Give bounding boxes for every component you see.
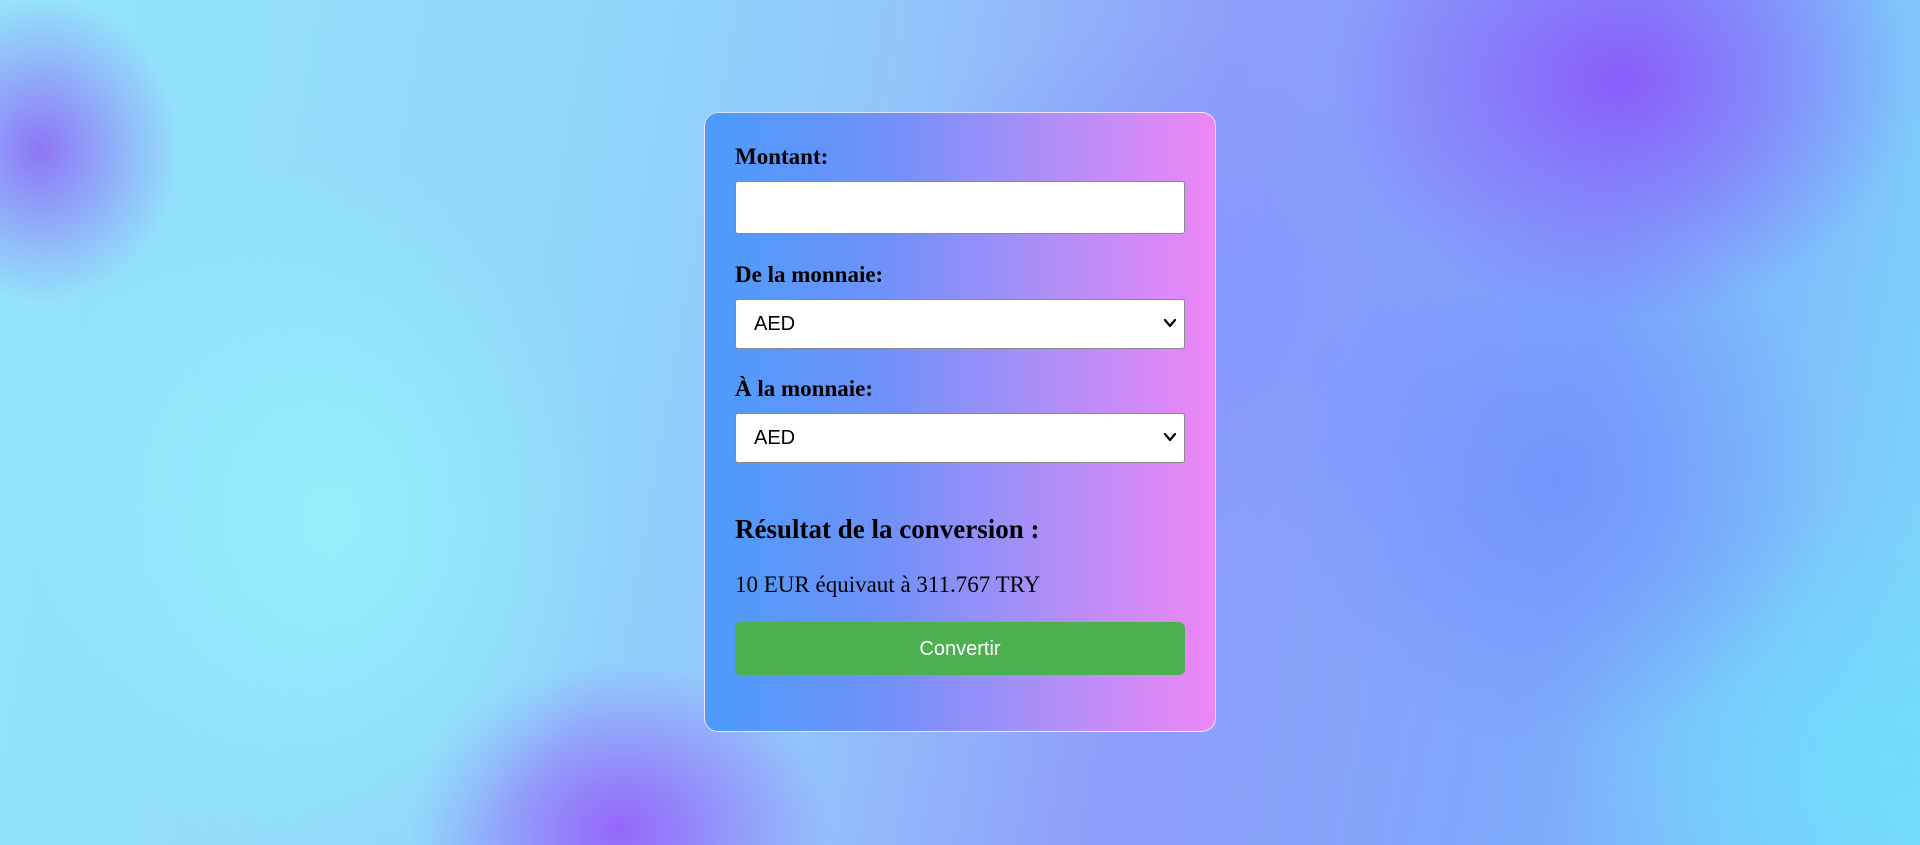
- converter-card: Montant: De la monnaie: AED À la monnaie…: [704, 112, 1216, 732]
- result-title: Résultat de la conversion :: [735, 514, 1040, 544]
- to-currency-select[interactable]: AED: [735, 413, 1185, 463]
- from-currency-value: AED: [754, 313, 796, 335]
- chevron-down-icon: [1163, 432, 1177, 442]
- from-currency-select[interactable]: AED: [735, 299, 1185, 349]
- to-currency-label: À la monnaie:: [735, 376, 873, 401]
- amount-label: Montant:: [735, 144, 829, 169]
- chevron-down-icon: [1163, 318, 1177, 328]
- result-text: 10 EUR équivaut à 311.767 TRY: [735, 572, 1041, 597]
- from-currency-label: De la monnaie:: [735, 262, 884, 287]
- convert-button[interactable]: Convertir: [735, 622, 1185, 675]
- amount-input[interactable]: [735, 181, 1185, 234]
- to-currency-value: AED: [754, 427, 796, 449]
